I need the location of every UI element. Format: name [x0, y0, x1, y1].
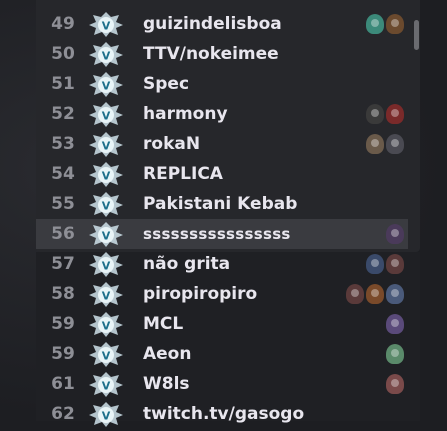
svg-text:V: V: [102, 380, 111, 393]
player-name[interactable]: piropiropiro: [143, 279, 257, 309]
player-name[interactable]: TTV/nokeimee: [143, 39, 279, 69]
hero-portrait-icon[interactable]: [386, 314, 404, 334]
player-name[interactable]: Aeon: [143, 339, 191, 369]
hero-portrait-icon[interactable]: [386, 134, 404, 154]
hero-portrait-icon[interactable]: [386, 344, 404, 364]
divine-rank-badge-icon: V: [88, 131, 124, 157]
divine-rank-badge-icon: V: [88, 161, 124, 187]
leaderboard-row[interactable]: 57 Vnão grita: [0, 249, 447, 279]
svg-text:V: V: [102, 230, 111, 243]
hero-portrait-icon[interactable]: [346, 284, 364, 304]
leaderboard-row[interactable]: 56 Vssssssssssssssss: [0, 219, 447, 249]
svg-text:V: V: [102, 260, 111, 273]
player-name[interactable]: Pakistani Kebab: [143, 189, 297, 219]
player-name[interactable]: twitch.tv/gasogo: [143, 399, 304, 429]
player-name[interactable]: Spec: [143, 69, 189, 99]
divine-rank-badge-icon: V: [88, 221, 124, 247]
leaderboard-row[interactable]: 54 V REPLICA: [0, 159, 447, 189]
player-name[interactable]: rokaN: [143, 129, 200, 159]
svg-text:V: V: [102, 290, 111, 303]
divine-rank-badge-icon: V: [88, 41, 124, 67]
top-heroes: [366, 104, 404, 126]
rank-number: 54: [51, 164, 75, 184]
leaderboard-row[interactable]: 49 Vguizindelisboa: [0, 9, 447, 39]
hero-portrait-icon[interactable]: [366, 254, 384, 274]
player-name[interactable]: guizindelisboa: [143, 9, 282, 39]
divine-rank-badge-icon: V: [88, 191, 124, 217]
divine-rank-badge-icon: V: [88, 101, 124, 127]
divine-rank-badge-icon: V: [88, 251, 124, 277]
svg-text:V: V: [102, 200, 111, 213]
leaderboard-row[interactable]: 52 Vharmony: [0, 99, 447, 129]
top-heroes: [386, 344, 404, 366]
svg-text:V: V: [102, 50, 111, 63]
rank-number: 62: [51, 404, 75, 424]
player-name[interactable]: W8ls: [143, 369, 190, 399]
top-heroes: [386, 314, 404, 336]
leaderboard-row[interactable]: 58 Vpiropiropiro: [0, 279, 447, 309]
leaderboard-row[interactable]: 59 V Aeon: [0, 339, 447, 369]
rank-number: 59: [51, 314, 75, 334]
hero-portrait-icon[interactable]: [386, 284, 404, 304]
divine-rank-badge-icon: V: [88, 401, 124, 427]
leaderboard-row[interactable]: 61 V W8ls: [0, 369, 447, 399]
hero-portrait-icon[interactable]: [366, 104, 384, 124]
leaderboard-row[interactable]: 53 VrokaN: [0, 129, 447, 159]
divine-rank-badge-icon: V: [88, 71, 124, 97]
divine-rank-badge-icon: V: [88, 311, 124, 337]
divine-rank-badge-icon: V: [88, 11, 124, 37]
svg-text:V: V: [102, 20, 111, 33]
svg-text:V: V: [102, 140, 111, 153]
divine-rank-badge-icon: V: [88, 371, 124, 397]
rank-number: 57: [51, 254, 75, 274]
player-name[interactable]: REPLICA: [143, 159, 223, 189]
leaderboard-row[interactable]: 50 V TTV/nokeimee: [0, 39, 447, 69]
top-heroes: [386, 224, 404, 246]
rank-number: 53: [51, 134, 75, 154]
hero-portrait-icon[interactable]: [366, 284, 384, 304]
hero-portrait-icon[interactable]: [386, 254, 404, 274]
hero-portrait-icon[interactable]: [366, 14, 384, 34]
rank-number: 56: [51, 224, 75, 244]
leaderboard-row[interactable]: 55 V Pakistani Kebab: [0, 189, 447, 219]
svg-text:V: V: [102, 350, 111, 363]
svg-text:V: V: [102, 170, 111, 183]
rank-number: 61: [51, 374, 75, 394]
rank-number: 58: [51, 284, 75, 304]
hero-portrait-icon[interactable]: [386, 14, 404, 34]
svg-text:V: V: [102, 320, 111, 333]
player-name[interactable]: não grita: [143, 249, 230, 279]
hero-portrait-icon[interactable]: [366, 134, 384, 154]
leaderboard-row[interactable]: 62 Vtwitch.tv/gasogo: [0, 399, 447, 429]
rank-number: 55: [51, 194, 75, 214]
leaderboard-row[interactable]: 51 V Spec: [0, 69, 447, 99]
svg-text:V: V: [102, 110, 111, 123]
top-heroes: [366, 14, 404, 36]
top-heroes: [366, 134, 404, 156]
top-heroes: [346, 284, 404, 306]
player-name[interactable]: harmony: [143, 99, 228, 129]
leaderboard-row[interactable]: 59 V MCL: [0, 309, 447, 339]
hero-portrait-icon[interactable]: [386, 104, 404, 124]
rank-number: 52: [51, 104, 75, 124]
rank-number: 49: [51, 14, 75, 34]
hero-portrait-icon[interactable]: [386, 224, 404, 244]
player-name[interactable]: MCL: [143, 309, 183, 339]
hero-portrait-icon[interactable]: [386, 374, 404, 394]
player-name[interactable]: ssssssssssssssss: [143, 219, 291, 249]
svg-text:V: V: [102, 80, 111, 93]
top-heroes: [366, 254, 404, 276]
rank-number: 59: [51, 344, 75, 364]
divine-rank-badge-icon: V: [88, 281, 124, 307]
top-heroes: [386, 374, 404, 396]
rank-number: 51: [51, 74, 75, 94]
divine-rank-badge-icon: V: [88, 341, 124, 367]
rank-number: 50: [51, 44, 75, 64]
